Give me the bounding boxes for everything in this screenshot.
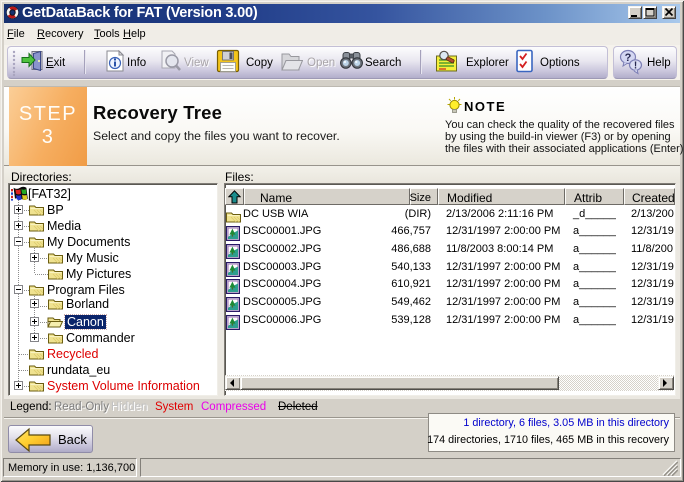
svg-text:!: ! [634, 61, 637, 72]
